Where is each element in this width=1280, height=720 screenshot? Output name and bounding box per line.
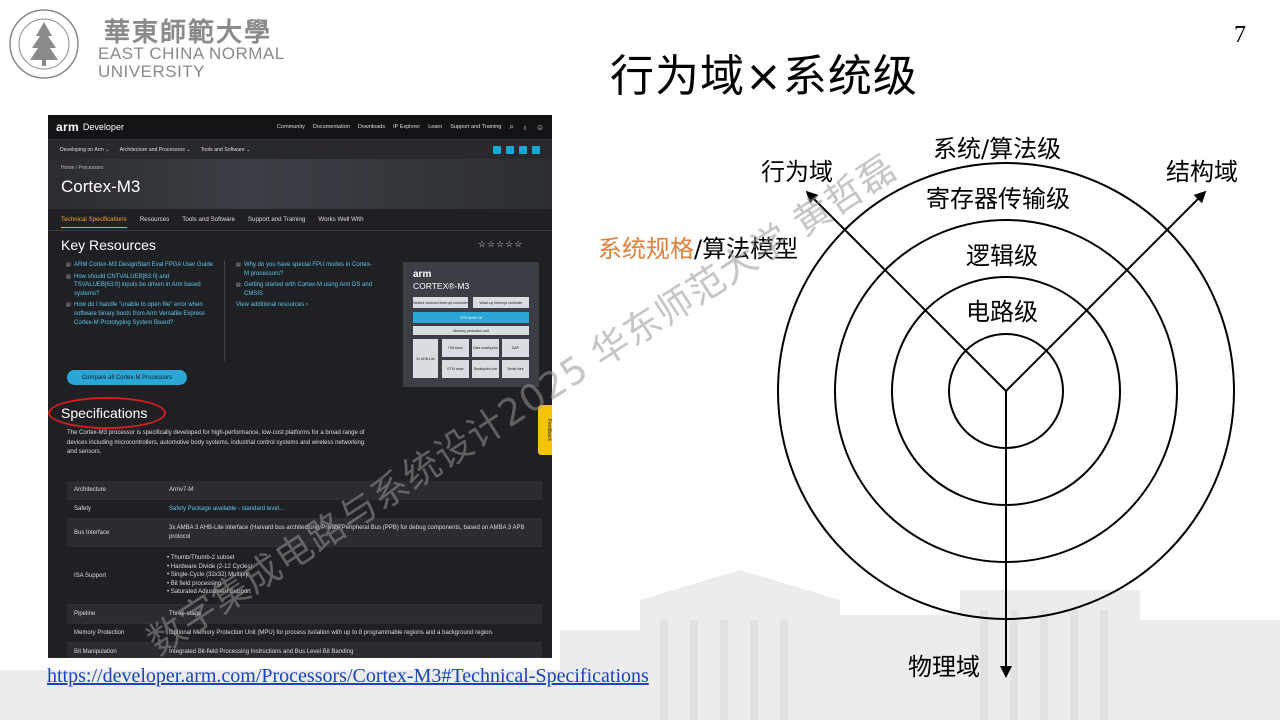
y-chart-diagram xyxy=(777,162,1235,678)
system-level-label: 系统/算法级 xyxy=(933,135,1062,163)
spec-model-prefix: 系统规格 xyxy=(598,235,694,263)
structure-domain-label: 结构域 xyxy=(1166,158,1238,186)
behavior-domain-label: 行为域 xyxy=(761,158,833,186)
physical-domain-label: 物理域 xyxy=(908,653,980,681)
spec-model-label: 系统规格/算法模型 xyxy=(598,229,798,264)
circuit-level-label: 电路级 xyxy=(966,298,1038,326)
logic-level-label: 逻辑级 xyxy=(966,242,1038,270)
register-level-label: 寄存器传输级 xyxy=(926,185,1070,213)
spec-model-suffix: /算法模型 xyxy=(694,235,799,263)
